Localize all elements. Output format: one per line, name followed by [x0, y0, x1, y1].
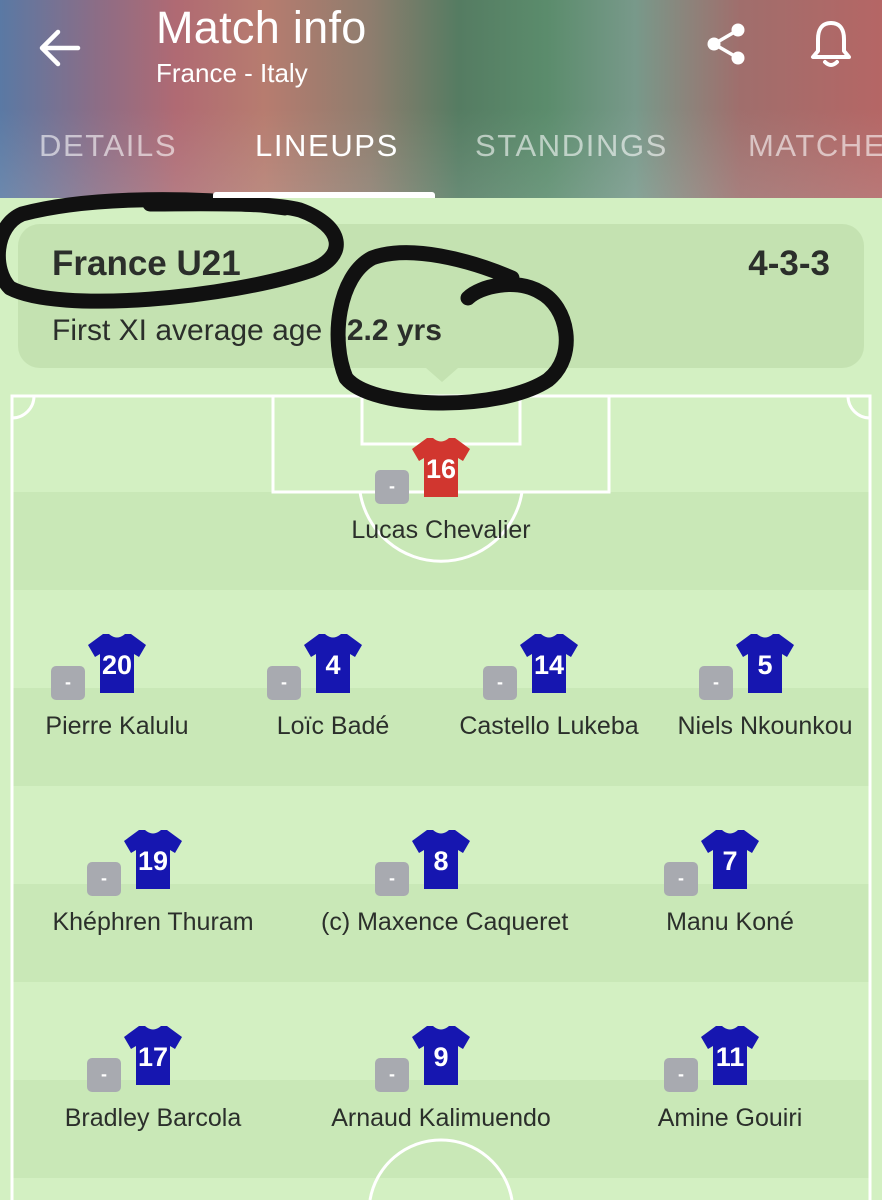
player-name: Castello Lukeba — [459, 712, 639, 740]
rating-badge: - — [375, 1058, 409, 1092]
rating-badge: - — [375, 470, 409, 504]
tab-matches[interactable]: MATCHES — [748, 128, 882, 164]
lineup-pitch: 16 - Lucas Chevalier 20 - Pierre Kalulu … — [0, 382, 882, 1200]
jersey-icon: 17 — [124, 1026, 182, 1085]
player-number: 19 — [138, 846, 168, 876]
jersey-icon: 7 — [701, 830, 759, 889]
player-number: 16 — [426, 454, 456, 484]
player-goalkeeper[interactable]: 16 - Lucas Chevalier — [321, 436, 561, 576]
active-tab-indicator — [213, 192, 435, 198]
average-age: First XI average age 22.2 yrs — [52, 314, 442, 348]
rating-badge: - — [87, 862, 121, 896]
share-button[interactable] — [703, 20, 751, 68]
player-number: 7 — [722, 846, 737, 876]
player-name: Bradley Barcola — [64, 1104, 242, 1132]
tab-lineups[interactable]: LINEUPS — [255, 128, 399, 164]
rating-badge: - — [664, 1058, 698, 1092]
player-midfielder[interactable]: 7 - Manu Koné — [610, 828, 850, 968]
notifications-button[interactable] — [807, 18, 855, 70]
tab-details[interactable]: DETAILS — [39, 128, 177, 164]
player-number: 17 — [138, 1042, 168, 1072]
player-midfielder[interactable]: 8 - (c) Maxence Caqueret — [321, 828, 569, 968]
player-number: 5 — [757, 650, 772, 680]
rating-badge: - — [375, 862, 409, 896]
team-name: France U21 — [52, 244, 241, 283]
back-button[interactable] — [34, 22, 86, 74]
player-number: 20 — [102, 650, 132, 680]
rating-badge: - — [483, 666, 517, 700]
page-title: Match info — [156, 2, 367, 53]
share-icon — [707, 23, 745, 65]
jersey-icon: 20 — [88, 634, 146, 693]
player-name: Niels Nkounkou — [677, 712, 853, 740]
bell-icon — [811, 21, 851, 67]
player-defender[interactable]: 4 - Loïc Badé — [213, 632, 453, 772]
player-forward[interactable]: 11 - Amine Gouiri — [610, 1024, 850, 1164]
team-info-card: France U21 4-3-3 First XI average age 22.… — [18, 224, 864, 382]
player-number: 14 — [534, 650, 564, 680]
player-name: Loïc Badé — [276, 712, 390, 740]
player-name: Pierre Kalulu — [45, 712, 189, 740]
rating-badge: - — [87, 1058, 121, 1092]
jersey-icon: 19 — [124, 830, 182, 889]
tab-standings[interactable]: STANDINGS — [475, 128, 668, 164]
player-number: 8 — [433, 846, 448, 876]
player-name: Lucas Chevalier — [351, 516, 531, 544]
player-name: Amine Gouiri — [657, 1104, 803, 1132]
jersey-icon: 14 — [520, 634, 578, 693]
average-age-label: First XI average age — [52, 314, 323, 347]
player-name: (c) Maxence Caqueret — [321, 908, 569, 936]
player-defender[interactable]: 14 - Castello Lukeba — [429, 632, 669, 772]
player-name: Arnaud Kalimuendo — [331, 1104, 551, 1132]
player-name: Khéphren Thuram — [52, 908, 254, 936]
player-name: Manu Koné — [666, 908, 794, 936]
jersey-icon: 16 — [412, 438, 470, 497]
jersey-icon: 9 — [412, 1026, 470, 1085]
player-forward[interactable]: 17 - Bradley Barcola — [33, 1024, 273, 1164]
rating-badge: - — [267, 666, 301, 700]
player-forward[interactable]: 9 - Arnaud Kalimuendo — [321, 1024, 561, 1164]
match-subtitle: France - Italy — [156, 58, 308, 88]
player-midfielder[interactable]: 19 - Khéphren Thuram — [33, 828, 273, 968]
jersey-icon: 5 — [736, 634, 794, 693]
player-defender[interactable]: 5 - Niels Nkounkou — [645, 632, 882, 772]
jersey-icon: 11 — [701, 1026, 759, 1085]
app-header: Match info France - Italy DETAILS LINEUP… — [0, 0, 882, 198]
player-number: 4 — [325, 650, 340, 680]
rating-badge: - — [51, 666, 85, 700]
player-number: 9 — [433, 1042, 448, 1072]
formation: 4-3-3 — [748, 244, 830, 283]
tab-bar: DETAILS LINEUPS STANDINGS MATCHES — [0, 120, 882, 198]
average-age-value: 22.2 yrs — [330, 314, 442, 347]
player-number: 11 — [716, 1042, 745, 1072]
arrow-left-icon — [39, 29, 81, 67]
rating-badge: - — [664, 862, 698, 896]
jersey-icon: 4 — [304, 634, 362, 693]
rating-badge: - — [699, 666, 733, 700]
jersey-icon: 8 — [412, 830, 470, 889]
player-defender[interactable]: 20 - Pierre Kalulu — [0, 632, 237, 772]
